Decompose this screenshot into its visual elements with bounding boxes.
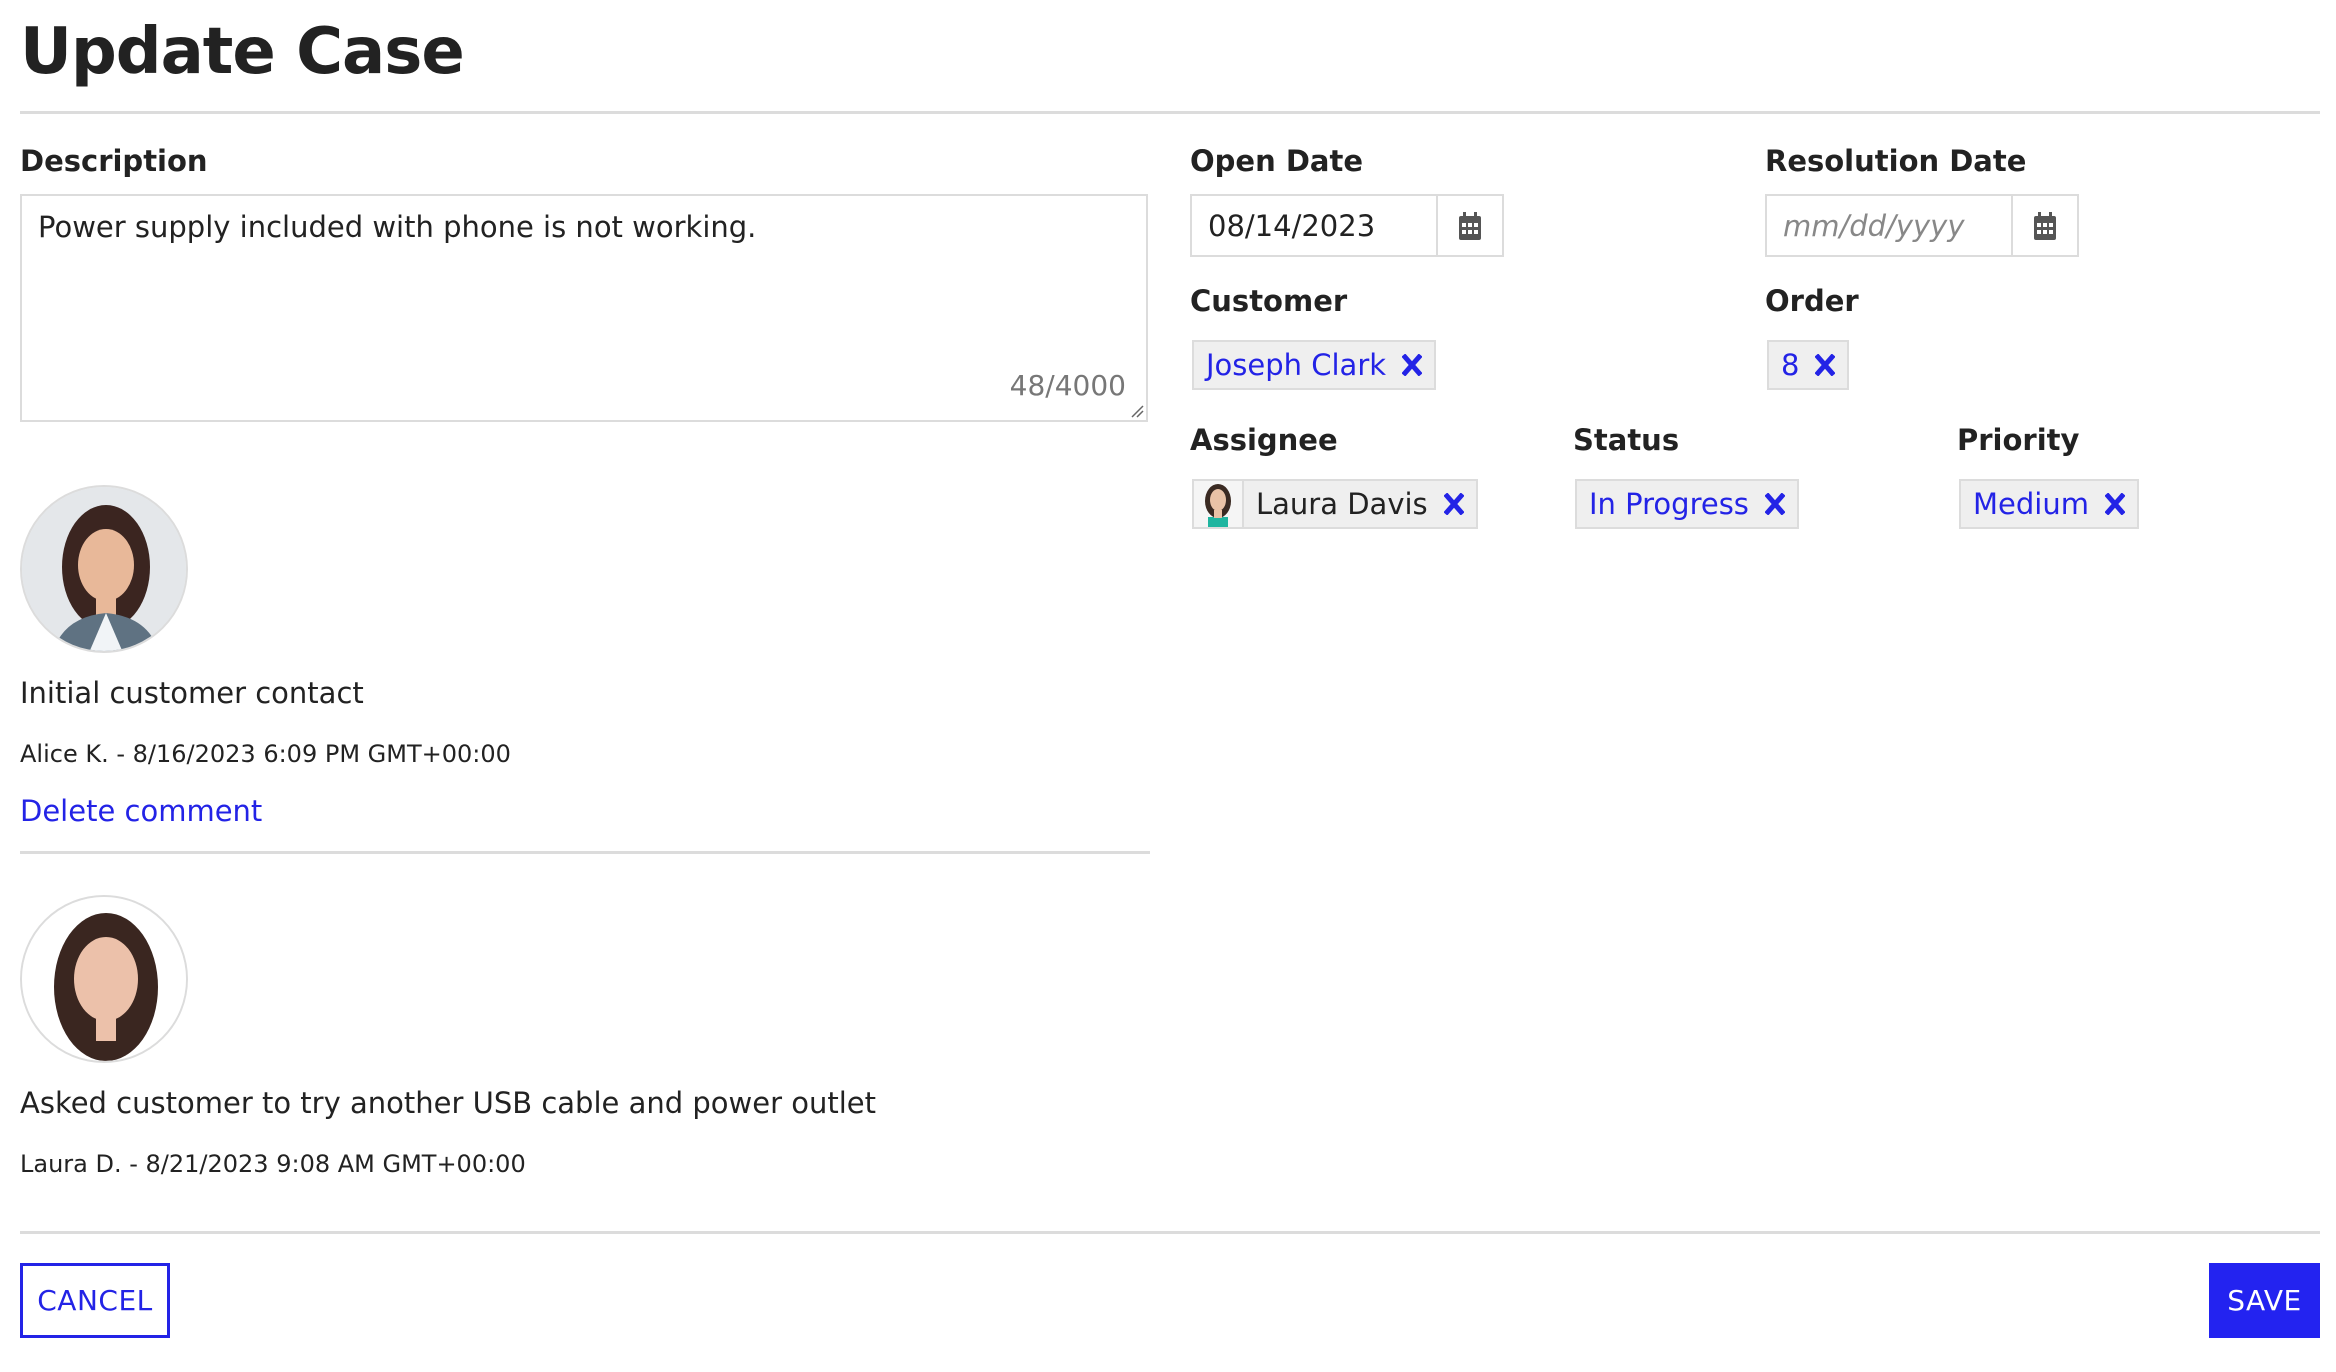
remove-assignee-button[interactable] xyxy=(1443,493,1464,515)
assignee-chip[interactable]: Laura Davis xyxy=(1192,479,1478,529)
remove-priority-button[interactable] xyxy=(2104,493,2125,515)
customer-value: Joseph Clark xyxy=(1206,348,1387,382)
order-chip[interactable]: 8 xyxy=(1767,340,1850,390)
remove-customer-button[interactable] xyxy=(1402,354,1423,376)
resize-grip-icon[interactable] xyxy=(1130,404,1144,418)
comment-avatar xyxy=(20,485,188,653)
comment-meta: Alice K. - 8/16/2023 6:09 PM GMT+00:00 xyxy=(20,740,511,768)
comment-avatar xyxy=(20,895,188,1063)
close-icon xyxy=(1402,354,1423,376)
open-date-value[interactable]: 08/14/2023 xyxy=(1192,196,1438,255)
close-icon xyxy=(2104,493,2125,515)
comment-divider xyxy=(20,851,1150,854)
priority-chip[interactable]: Medium xyxy=(1959,479,2139,529)
cancel-button[interactable]: CANCEL xyxy=(20,1263,170,1338)
remove-status-button[interactable] xyxy=(1764,493,1785,515)
footer-divider xyxy=(20,1231,2320,1234)
customer-label: Customer xyxy=(1190,284,1348,318)
status-label: Status xyxy=(1573,423,1680,457)
remove-order-button[interactable] xyxy=(1815,354,1836,376)
close-icon xyxy=(1443,493,1464,515)
assignee-value: Laura Davis xyxy=(1256,487,1428,521)
description-textarea[interactable]: Power supply included with phone is not … xyxy=(20,194,1148,422)
calendar-icon xyxy=(2034,211,2056,240)
resolution-date-input[interactable]: mm/dd/yyyy xyxy=(1765,194,2079,257)
comment-meta: Laura D. - 8/21/2023 9:08 AM GMT+00:00 xyxy=(20,1150,526,1178)
order-value: 8 xyxy=(1781,348,1800,382)
assignee-avatar xyxy=(1194,481,1244,527)
customer-chip[interactable]: Joseph Clark xyxy=(1192,340,1437,390)
resolution-date-calendar-button[interactable] xyxy=(2013,196,2077,255)
resolution-date-placeholder[interactable]: mm/dd/yyyy xyxy=(1767,196,2013,255)
description-value: Power supply included with phone is not … xyxy=(38,210,757,244)
calendar-icon xyxy=(1459,211,1481,240)
header-divider xyxy=(20,111,2320,114)
open-date-calendar-button[interactable] xyxy=(1438,196,1502,255)
save-button[interactable]: SAVE xyxy=(2209,1263,2320,1338)
status-value: In Progress xyxy=(1589,487,1749,521)
open-date-label: Open Date xyxy=(1190,144,1363,178)
priority-value: Medium xyxy=(1973,487,2089,521)
priority-label: Priority xyxy=(1957,423,2080,457)
page-title: Update Case xyxy=(20,15,465,89)
status-chip[interactable]: In Progress xyxy=(1575,479,1799,529)
description-label: Description xyxy=(20,144,208,178)
resolution-date-label: Resolution Date xyxy=(1765,144,2027,178)
close-icon xyxy=(1815,354,1836,376)
comment-text: Asked customer to try another USB cable … xyxy=(20,1086,876,1120)
order-label: Order xyxy=(1765,284,1859,318)
delete-comment-link[interactable]: Delete comment xyxy=(20,794,262,828)
character-counter: 48/4000 xyxy=(1009,369,1126,402)
close-icon xyxy=(1764,493,1785,515)
comment-text: Initial customer contact xyxy=(20,676,364,710)
open-date-input[interactable]: 08/14/2023 xyxy=(1190,194,1504,257)
assignee-label: Assignee xyxy=(1190,423,1338,457)
